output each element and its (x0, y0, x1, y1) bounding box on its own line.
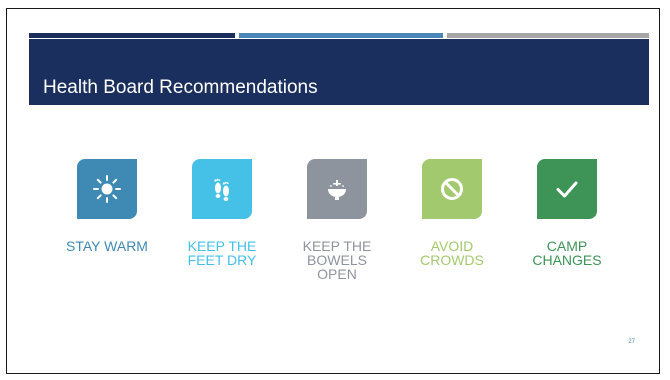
slide-title: Health Board Recommendations (43, 77, 318, 98)
stay-warm-tile (77, 159, 137, 219)
slide: Health Board Recommendations STAY WARM K… (6, 8, 660, 374)
recommendation-keep-feet-dry: KEEP THE FEET DRY (167, 159, 277, 267)
page-number: 27 (628, 339, 635, 345)
recommendation-keep-bowels-open: KEEP THE BOWELS OPEN (282, 159, 392, 281)
keep-feet-dry-label: KEEP THE FEET DRY (187, 238, 257, 268)
keep-bowels-open-label: KEEP THE BOWELS OPEN (302, 238, 372, 282)
recommendation-stay-warm: STAY WARM (52, 159, 162, 253)
title-bar: Health Board Recommendations (29, 39, 649, 105)
footprints-icon (214, 178, 229, 201)
avoid-crowds-label: AVOID CROWDS (420, 238, 484, 268)
keep-feet-dry-tile (192, 159, 252, 219)
avoid-crowds-tile (422, 159, 482, 219)
recommendation-camp-changes: CAMP CHANGES (512, 159, 622, 267)
recommendation-avoid-crowds: AVOID CROWDS (397, 159, 507, 267)
accent-stripe-middle (239, 33, 443, 38)
checkmark-icon (556, 181, 578, 198)
toilet-icon (328, 180, 346, 200)
camp-changes-tile (537, 159, 597, 219)
accent-stripe-left (29, 33, 235, 38)
keep-bowels-open-tile (307, 159, 367, 219)
camp-changes-label: CAMP CHANGES (532, 238, 602, 268)
accent-stripe-right (447, 33, 649, 38)
sun-icon (93, 175, 121, 203)
prohibited-icon (441, 178, 463, 200)
stay-warm-label: STAY WARM (66, 238, 148, 254)
